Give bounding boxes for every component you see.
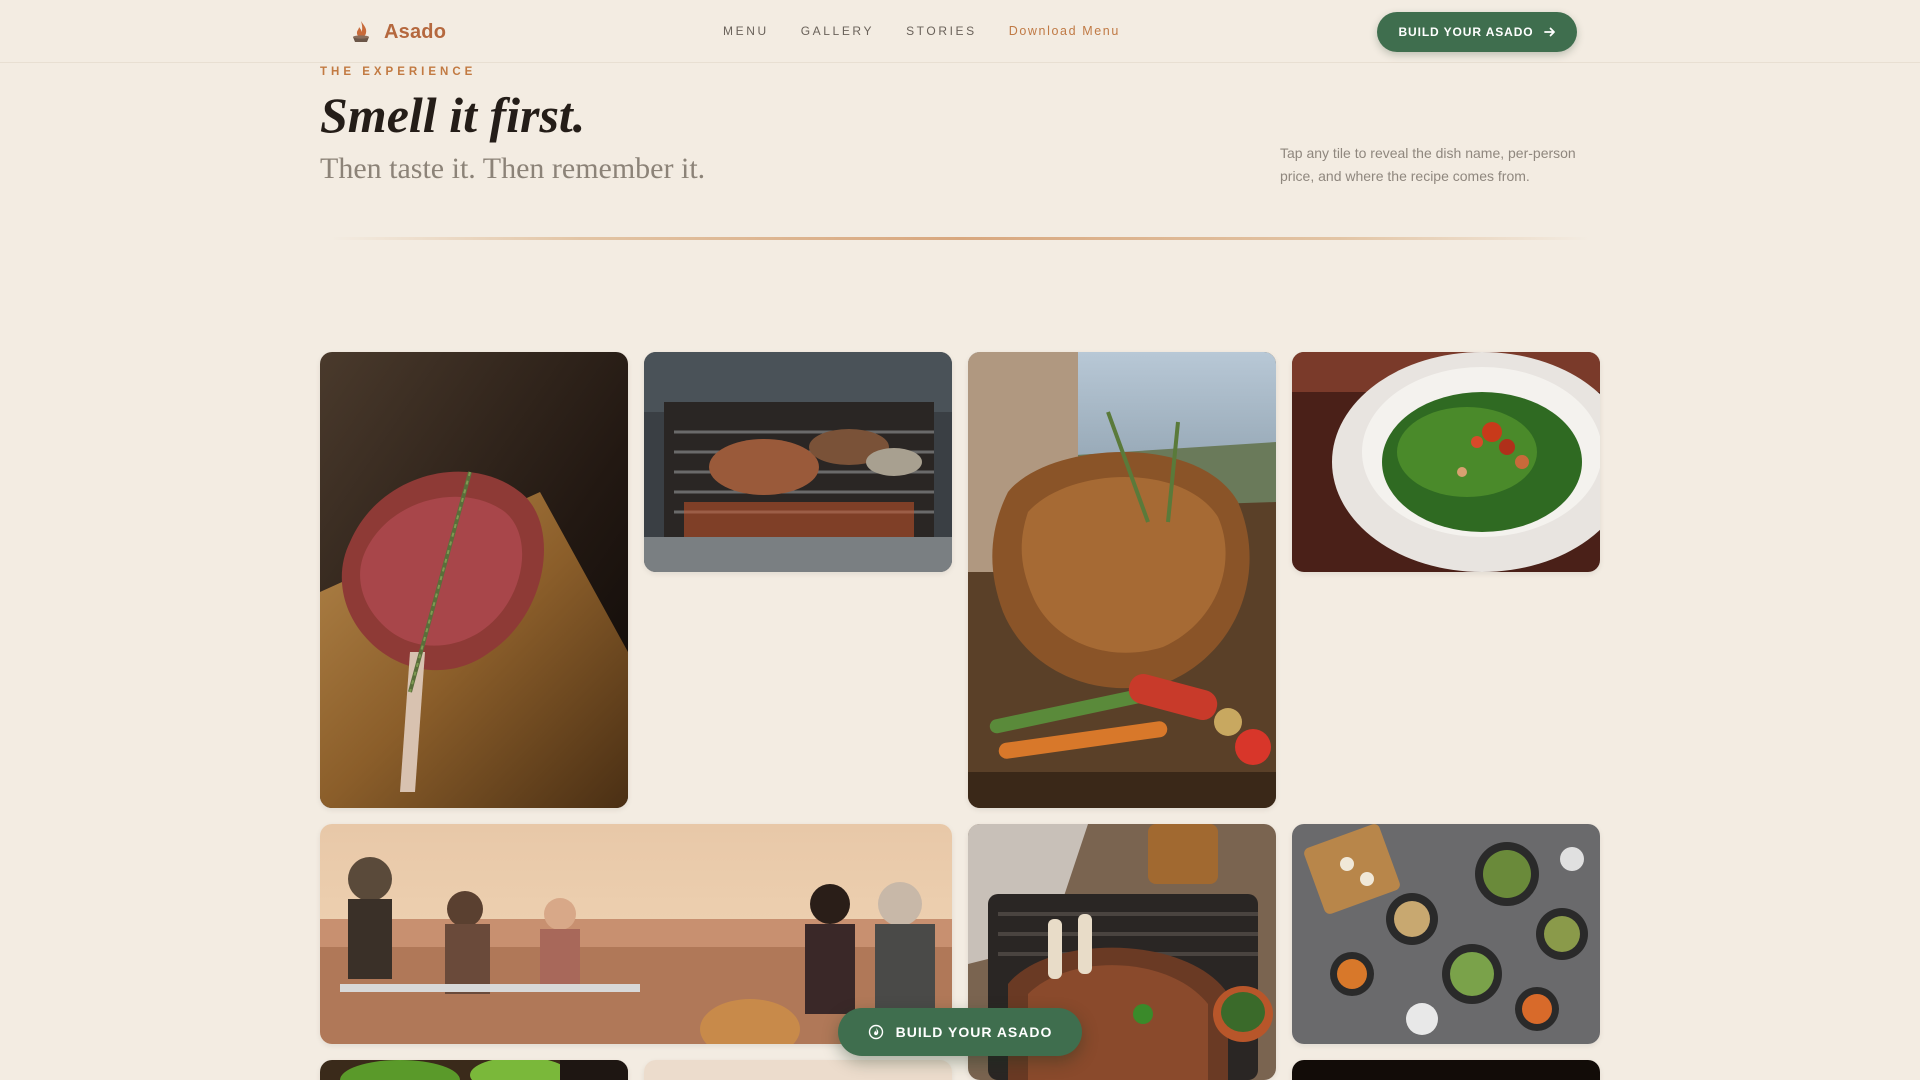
- flame-badge-icon: [868, 1024, 883, 1040]
- section-eyebrow: THE EXPERIENCE: [320, 66, 477, 78]
- gallery-tile-chimichurri[interactable]: [1292, 352, 1600, 572]
- nav-link-stories[interactable]: STORIES: [906, 24, 977, 38]
- brand-logo-link[interactable]: Asado: [350, 20, 446, 44]
- build-your-asado-label: BUILD YOUR ASADO: [1398, 25, 1534, 39]
- nav-link-gallery[interactable]: GALLERY: [801, 24, 874, 38]
- dark-image: [1292, 1060, 1600, 1080]
- floating-cta-label: BUILD YOUR ASADO: [895, 1024, 1053, 1040]
- floating-build-your-asado-button[interactable]: BUILD YOUR ASADO: [838, 1008, 1082, 1056]
- gallery-tile-dark[interactable]: [1292, 1060, 1600, 1080]
- chimichurri-image: [1292, 352, 1600, 572]
- roast-image: [968, 352, 1276, 808]
- section-divider: [330, 237, 1590, 240]
- grill-image: [644, 352, 952, 572]
- gallery-tile-roast[interactable]: [968, 352, 1276, 808]
- gallery-hint-text: Tap any tile to reveal the dish name, pe…: [1280, 145, 1576, 184]
- gallery-tile-spread[interactable]: [1292, 824, 1600, 1044]
- page-title: Smell it first.: [320, 87, 586, 143]
- greens-image: [320, 1060, 628, 1080]
- flame-icon: [353, 21, 369, 42]
- light-image: [644, 1060, 952, 1080]
- gallery-tile-greens[interactable]: [320, 1060, 628, 1080]
- nav-link-menu[interactable]: MENU: [723, 24, 769, 38]
- arrow-right-icon: [1543, 27, 1555, 37]
- build-your-asado-button[interactable]: BUILD YOUR ASADO: [1377, 12, 1577, 52]
- spread-image: [1292, 824, 1600, 1044]
- top-navigation-bar: Asado MENU GALLERY STORIES Download Menu…: [0, 0, 1920, 63]
- steak-image: [320, 352, 628, 808]
- gallery-tile-steak[interactable]: [320, 352, 628, 808]
- page-subtitle: Then taste it. Then remember it.: [320, 152, 706, 185]
- gallery-tile-grill[interactable]: [644, 352, 952, 572]
- gallery-tile-light[interactable]: [644, 1060, 952, 1080]
- download-menu-link[interactable]: Download Menu: [1009, 24, 1120, 38]
- main-nav: MENU GALLERY STORIES Download Menu: [723, 24, 1120, 38]
- brand-name: Asado: [384, 20, 447, 43]
